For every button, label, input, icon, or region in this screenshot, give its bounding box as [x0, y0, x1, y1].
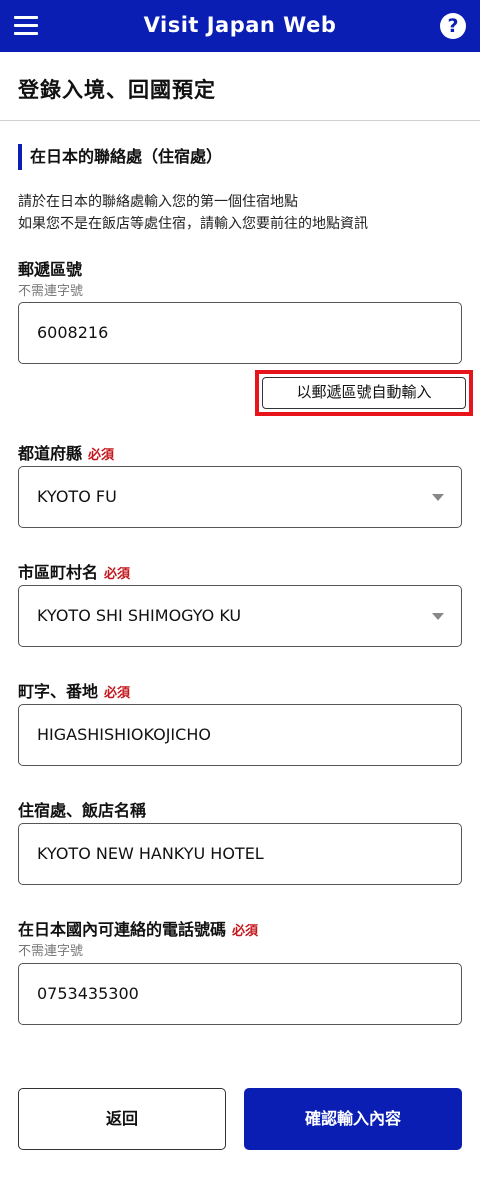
section-description-line1: 請於在日本的聯絡處輸入您的第一個住宿地點: [18, 194, 298, 210]
app-header: Visit Japan Web ?: [0, 0, 480, 52]
chevron-down-icon: [432, 613, 444, 620]
required-badge: 必須: [232, 924, 259, 939]
back-button[interactable]: 返回: [18, 1088, 226, 1150]
postal-code-label: 郵遞區號: [18, 260, 83, 279]
required-badge: 必須: [104, 686, 131, 701]
phone-label-text: 在日本國內可連絡的電話號碼: [18, 920, 227, 939]
section-heading: 在日本的聯絡處（住宿處）: [18, 144, 222, 170]
prefecture-select[interactable]: KYOTO FU: [18, 466, 462, 528]
city-selected-value: KYOTO SHI SHIMOGYO KU: [37, 606, 242, 625]
city-label: 市區町村名 必須: [18, 559, 130, 583]
postal-code-hint: 不需連字號: [18, 284, 84, 299]
city-label-text: 市區町村名: [18, 563, 99, 582]
hotel-name-input[interactable]: KYOTO NEW HANKYU HOTEL: [18, 823, 462, 885]
phone-hint: 不需連字號: [18, 944, 84, 959]
confirm-input-button[interactable]: 確認輸入內容: [244, 1088, 462, 1150]
chevron-down-icon: [432, 494, 444, 501]
postal-code-input[interactable]: 6008216: [18, 302, 462, 364]
autofill-by-postal-code-button[interactable]: 以郵遞區號自動輸入: [262, 377, 466, 409]
prefecture-label-text: 都道府縣: [18, 444, 83, 463]
hotel-name-label: 住宿處、飯店名稱: [18, 801, 147, 820]
city-select[interactable]: KYOTO SHI SHIMOGYO KU: [18, 585, 462, 647]
required-badge: 必須: [104, 567, 131, 582]
prefecture-label: 都道府縣 必須: [18, 440, 114, 464]
app-title: Visit Japan Web: [143, 13, 337, 37]
phone-label: 在日本國內可連絡的電話號碼 必須: [18, 916, 258, 940]
prefecture-selected-value: KYOTO FU: [37, 487, 117, 506]
help-icon[interactable]: ?: [440, 13, 466, 39]
street-label-text: 町字、番地: [18, 682, 99, 701]
page-title: 登錄入境、回國預定: [18, 78, 216, 102]
phone-input[interactable]: 0753435300: [18, 963, 462, 1025]
divider: [0, 120, 480, 121]
street-label: 町字、番地 必須: [18, 678, 130, 702]
street-input[interactable]: HIGASHISHIOKOJICHO: [18, 704, 462, 766]
required-badge: 必須: [88, 448, 115, 463]
section-description-line2: 如果您不是在飯店等處住宿，請輸入您要前往的地點資訊: [18, 216, 368, 232]
